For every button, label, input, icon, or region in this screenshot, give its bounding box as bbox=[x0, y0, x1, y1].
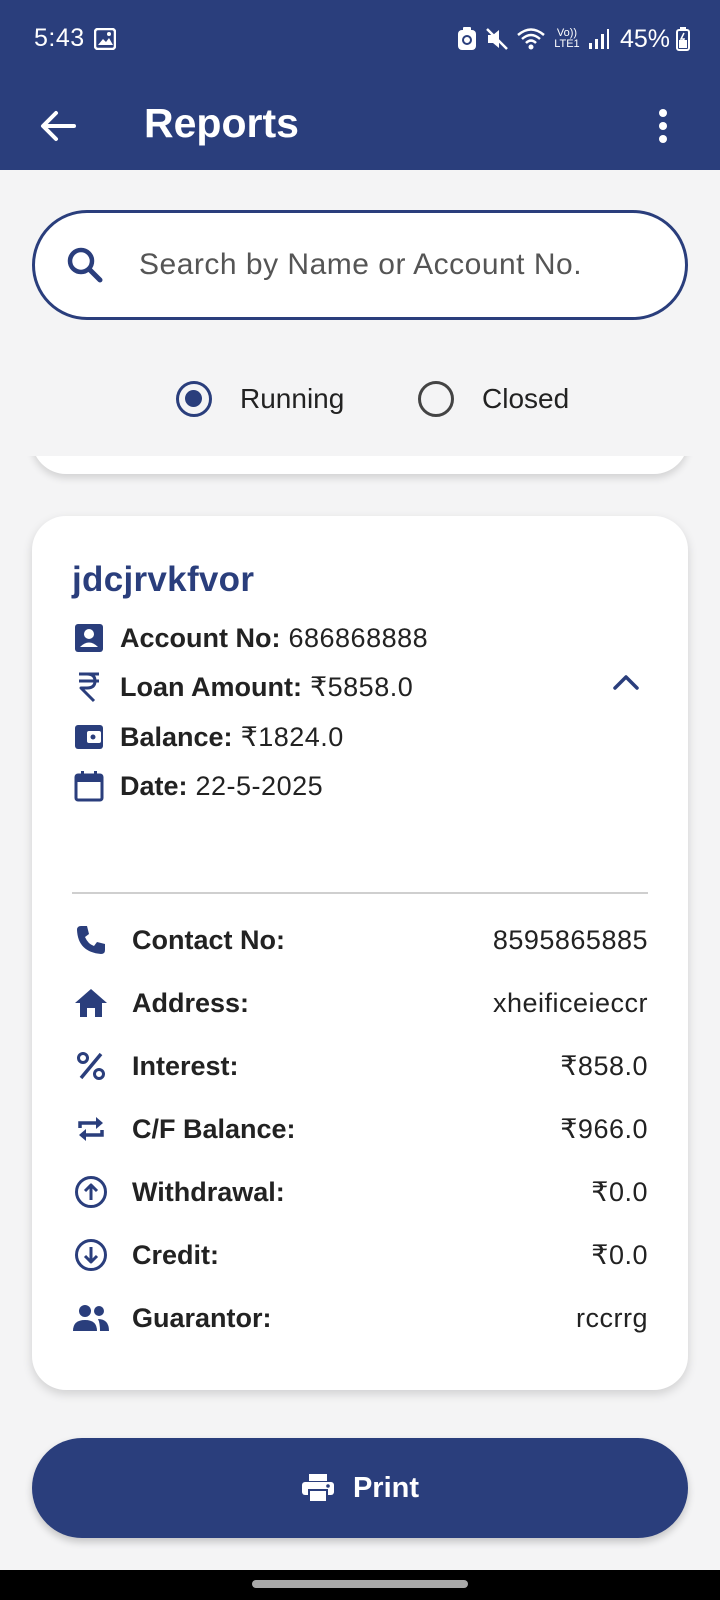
rupee-icon bbox=[72, 670, 106, 704]
account-label: Account No: bbox=[120, 622, 281, 653]
status-time: 5:43 bbox=[34, 24, 85, 52]
customer-name: jdcjrvkfvor bbox=[72, 560, 255, 599]
people-icon bbox=[72, 1299, 110, 1337]
battery-percent: 45% bbox=[619, 24, 670, 53]
status-bar: 5:43 Vo)) LTE1 45% bbox=[0, 0, 720, 82]
date-label: Date: bbox=[120, 770, 188, 801]
phone-icon bbox=[72, 921, 110, 959]
balance-label: Balance: bbox=[120, 721, 233, 752]
detail-guarantor-row: Guarantor: rccrrg bbox=[72, 1296, 648, 1340]
mute-icon bbox=[484, 26, 510, 52]
wifi-icon bbox=[516, 26, 546, 52]
gallery-notification-icon bbox=[93, 27, 117, 51]
interest-label: Interest: bbox=[132, 1050, 239, 1081]
withdrawal-value: ₹0.0 bbox=[591, 1176, 648, 1207]
guarantor-label: Guarantor: bbox=[132, 1302, 272, 1333]
volte-icon: Vo)) LTE1 bbox=[552, 28, 582, 50]
arrow-left-icon bbox=[41, 111, 76, 141]
contact-label: Contact No: bbox=[132, 924, 285, 955]
wallet-icon bbox=[72, 720, 106, 754]
account-value: 686868888 bbox=[288, 622, 429, 653]
arrow-up-circle-icon bbox=[72, 1173, 110, 1211]
percent-icon bbox=[72, 1047, 110, 1085]
status-icons: Vo)) LTE1 45% bbox=[456, 24, 690, 54]
detail-credit-row: Credit: ₹0.0 bbox=[72, 1233, 648, 1277]
balance-value: ₹1824.0 bbox=[240, 721, 344, 752]
cf-balance-value: ₹966.0 bbox=[560, 1113, 648, 1144]
home-gesture-handle[interactable] bbox=[252, 1580, 468, 1588]
detail-cf-balance-row: C/F Balance: ₹966.0 bbox=[72, 1107, 648, 1151]
cf-balance-label: C/F Balance: bbox=[132, 1113, 296, 1144]
signal-icon bbox=[588, 28, 610, 50]
home-icon bbox=[72, 984, 110, 1022]
date-value: 22-5-2025 bbox=[195, 770, 324, 801]
more-vert-icon bbox=[659, 109, 667, 143]
swap-icon bbox=[72, 1110, 110, 1148]
radio-closed[interactable]: Closed bbox=[418, 381, 569, 417]
search-icon bbox=[65, 245, 105, 285]
app-bar: Reports bbox=[0, 82, 720, 170]
battery-icon bbox=[676, 27, 690, 51]
chevron-up-icon bbox=[613, 675, 639, 690]
detail-address-row: Address: xheificeieccr bbox=[72, 981, 648, 1025]
collapse-button[interactable] bbox=[606, 662, 646, 702]
detail-interest-row: Interest: ₹858.0 bbox=[72, 1044, 648, 1088]
radio-unchecked-icon bbox=[418, 381, 454, 417]
summary-loan-row: Loan Amount: ₹5858.0 bbox=[72, 667, 413, 707]
loan-amount-label: Loan Amount: bbox=[120, 671, 302, 702]
account-box-icon bbox=[72, 621, 106, 655]
credit-label: Credit: bbox=[132, 1239, 219, 1270]
summary-balance-row: Balance: ₹1824.0 bbox=[72, 717, 344, 757]
detail-contact-row: Contact No: 8595865885 bbox=[72, 918, 648, 962]
arrow-down-circle-icon bbox=[72, 1236, 110, 1274]
print-label: Print bbox=[352, 1471, 420, 1504]
print-button[interactable]: Print bbox=[32, 1438, 688, 1538]
credit-value: ₹0.0 bbox=[591, 1239, 648, 1270]
summary-date-row: Date: 22-5-2025 bbox=[72, 766, 323, 806]
back-button[interactable] bbox=[34, 102, 82, 150]
search-bar[interactable] bbox=[32, 210, 688, 320]
address-label: Address: bbox=[132, 987, 250, 1018]
printer-icon bbox=[301, 1474, 334, 1503]
detail-withdrawal-row: Withdrawal: ₹0.0 bbox=[72, 1170, 648, 1214]
summary-account-row: Account No: 686868888 bbox=[72, 618, 428, 658]
search-input[interactable] bbox=[139, 213, 659, 317]
radio-checked-icon bbox=[176, 381, 212, 417]
address-value: xheificeieccr bbox=[492, 987, 648, 1018]
contact-value: 8595865885 bbox=[492, 924, 648, 955]
system-nav-bar bbox=[0, 1570, 720, 1600]
previous-card[interactable] bbox=[32, 456, 688, 474]
radio-label-closed: Closed bbox=[482, 383, 570, 414]
page-title: Reports bbox=[144, 100, 299, 146]
guarantor-value: rccrrg bbox=[576, 1302, 648, 1333]
radio-label-running: Running bbox=[240, 383, 345, 414]
withdrawal-label: Withdrawal: bbox=[132, 1176, 285, 1207]
more-options-button[interactable] bbox=[648, 98, 678, 154]
network-label: Vo)) LTE1 bbox=[554, 27, 580, 50]
radio-running[interactable]: Running bbox=[176, 381, 344, 417]
interest-value: ₹858.0 bbox=[560, 1050, 648, 1081]
divider bbox=[72, 892, 648, 894]
calendar-icon bbox=[72, 769, 106, 803]
report-card[interactable]: jdcjrvkfvor Account No: 686868888 Loan A… bbox=[32, 516, 688, 1390]
data-saver-icon bbox=[456, 26, 478, 52]
loan-amount-value: ₹5858.0 bbox=[309, 671, 414, 702]
